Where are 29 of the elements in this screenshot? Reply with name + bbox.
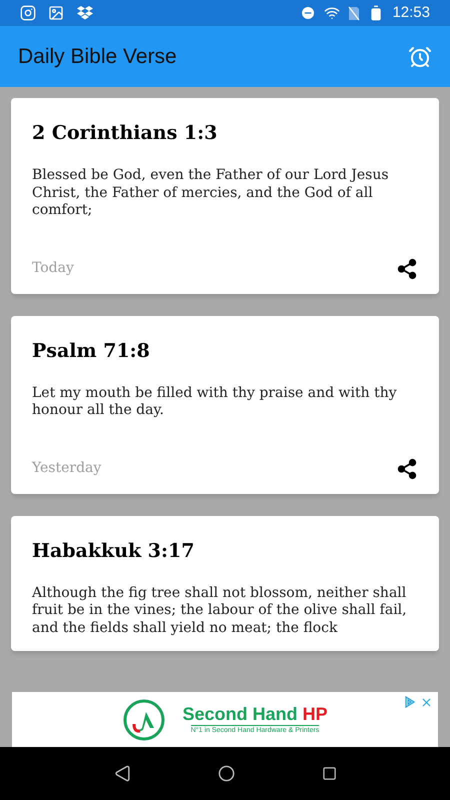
share-icon[interactable] <box>396 458 418 480</box>
recents-icon[interactable] <box>322 766 336 781</box>
verse-text: Although the fig tree shall not blossom, neither shall fruit be in the vines; the labour of the olive shall fail, and the fields shall yield no meat; the flock <box>32 584 408 637</box>
verse-text: Blessed be God, even the Father of our Lord Jesus Christ, the Father of mercies, and the God of all comfort; <box>32 167 390 220</box>
logo-icon <box>122 698 166 742</box>
no-sim-icon <box>348 6 360 20</box>
close-icon[interactable] <box>420 696 433 709</box>
verse-card[interactable]: 2 Corinthians 1:3 Blessed be God, even the Father of our Lord Jesus Christ, the Father of mercies, and the God of all comfort; Today <box>11 98 439 294</box>
verse-date: Today <box>32 259 74 278</box>
ad-brand: Second Hand HP <box>182 702 328 725</box>
verse-reference: Habakkuk 3:17 <box>32 538 196 564</box>
app-title: Daily Bible Verse <box>18 44 178 70</box>
alarm-icon[interactable] <box>408 44 432 68</box>
home-icon[interactable] <box>218 765 234 782</box>
wifi-icon <box>324 5 340 21</box>
verse-card[interactable]: Psalm 71:8 Let my mouth be filled with thy praise and with thy honour all the day. Yesterday <box>11 316 439 494</box>
verse-reference: Psalm 71:8 <box>32 338 151 364</box>
image-icon <box>48 5 64 21</box>
instagram-icon <box>20 5 36 21</box>
status-time: 12:53 <box>392 2 430 23</box>
do-not-disturb-icon <box>300 5 316 21</box>
verse-text: Let my mouth be filled with thy praise and with thy honour all the day. <box>32 384 398 420</box>
verse-date: Yesterday <box>32 459 102 478</box>
share-icon[interactable] <box>396 258 418 280</box>
adchoices-icon[interactable] <box>404 696 416 708</box>
verse-card[interactable]: Habakkuk 3:17 Although the fig tree shall not blossom, neither shall fruit be in the vines; the labour of the olive shall fail, and the fields shall yield no meat; the flock <box>11 516 439 651</box>
verse-reference: 2 Corinthians 1:3 <box>32 121 218 146</box>
back-icon[interactable] <box>114 765 130 782</box>
dropbox-icon <box>76 5 94 21</box>
